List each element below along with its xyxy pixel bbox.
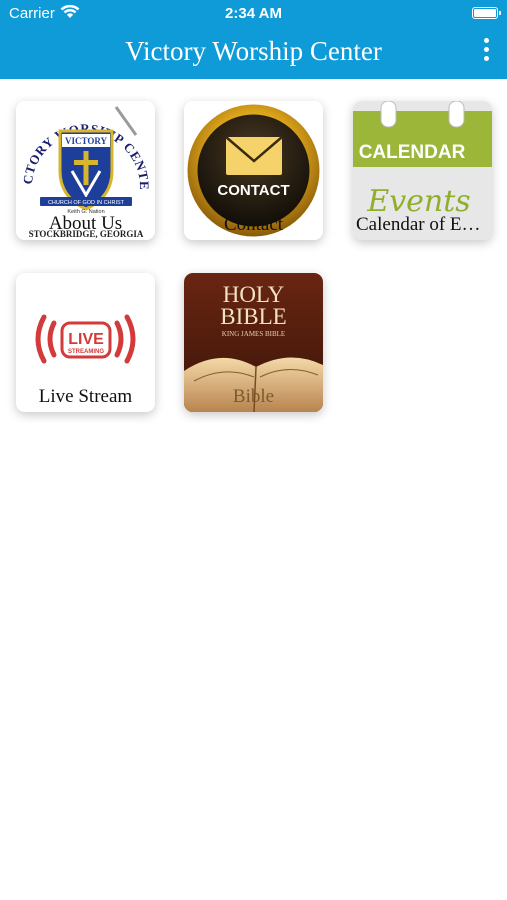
- live-logo-subtext: STREAMING: [68, 349, 104, 355]
- logo-ribbon-text: CHURCH OF GOD IN CHRIST: [48, 200, 125, 206]
- tile-label: Bible: [232, 386, 275, 407]
- battery-icon: [472, 7, 501, 19]
- tile-calendar-of-events[interactable]: CALENDAR Events Calendar of Events: [353, 101, 492, 240]
- more-vertical-icon[interactable]: [479, 38, 493, 64]
- tile-label: Live Stream: [38, 386, 133, 407]
- logo-shield-text: VICTORY: [65, 136, 108, 146]
- tile-label: Calendar of Events: [356, 214, 492, 235]
- calendar-header-text: CALENDAR: [359, 142, 466, 163]
- clock: 2:34 AM: [225, 5, 282, 22]
- navigation-bar: Carrier 2:34 AM Victory Worship Center: [0, 0, 507, 79]
- tile-about-us[interactable]: VICTORY WORSHIP CENTER VICTORY CHURCH OF…: [16, 101, 155, 240]
- bible-subtitle: KING JAMES BIBLE: [222, 330, 285, 338]
- contact-badge-text: CONTACT: [217, 182, 289, 199]
- tile-live-stream[interactable]: LIVE STREAMING Live Stream: [16, 273, 155, 412]
- tile-label: About Us: [48, 213, 123, 234]
- status-bar: Carrier 2:34 AM: [0, 0, 507, 28]
- tile-label: Contact: [223, 214, 284, 235]
- tile-bible[interactable]: HOLY BIBLE KING JAMES BIBLE Bible: [184, 273, 323, 412]
- bible-title-line2: BIBLE: [220, 304, 286, 329]
- page-title: Victory Worship Center: [125, 36, 382, 66]
- live-logo-text: LIVE: [68, 331, 104, 348]
- tile-contact[interactable]: CONTACT Contact: [184, 101, 323, 240]
